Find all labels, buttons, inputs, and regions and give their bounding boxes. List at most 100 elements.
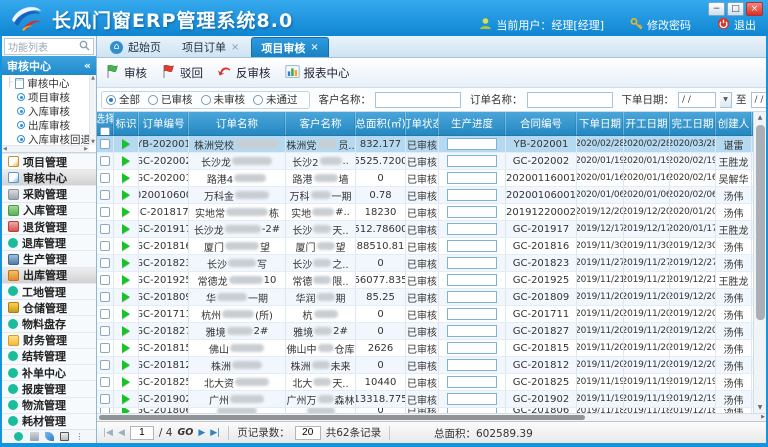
- column-header[interactable]: 客户名称: [286, 112, 356, 135]
- tree-node[interactable]: 入库审核: [2, 104, 96, 118]
- tree-node[interactable]: 出库审核: [2, 118, 96, 132]
- sidebar-item[interactable]: 审核中心: [2, 169, 96, 185]
- table-row[interactable]: GC-2018178实地常栋实地#..18230已审核2019122000220…: [97, 204, 766, 221]
- column-header[interactable]: 创建人: [716, 112, 752, 135]
- change-password-button[interactable]: 修改密码: [630, 17, 691, 33]
- customer-name-input[interactable]: [375, 92, 461, 108]
- row-checkbox[interactable]: [100, 139, 110, 149]
- scroll-right-icon[interactable]: ▶: [84, 146, 88, 152]
- sidebar-item[interactable]: 财务管理: [2, 332, 96, 348]
- row-checkbox[interactable]: [100, 173, 110, 183]
- sidebar-item[interactable]: 结转管理: [2, 348, 96, 364]
- table-row[interactable]: 20200106001万科金万科一期0.78已审核202001060012020…: [97, 187, 766, 204]
- sidebar-item[interactable]: 退库管理: [2, 234, 96, 250]
- logout-button[interactable]: 退出: [717, 17, 756, 33]
- book-icon[interactable]: [60, 432, 69, 441]
- column-header[interactable]: 选择: [97, 112, 114, 135]
- tab-item-1[interactable]: 项目订单×: [173, 37, 248, 57]
- sidebar-item[interactable]: 采购管理: [2, 185, 96, 201]
- more-icon[interactable]: ⋮: [76, 432, 84, 441]
- scrollbar-thumb[interactable]: [756, 125, 765, 320]
- column-header[interactable]: 生产进度: [439, 112, 506, 135]
- table-row[interactable]: GC-201711杭州(所)杭0已审核GC-2017112019/11/2020…: [97, 306, 766, 323]
- function-search-input[interactable]: 功能列表: [4, 38, 94, 55]
- row-checkbox[interactable]: [100, 292, 110, 302]
- horizontal-scrollbar[interactable]: ▶: [97, 413, 766, 421]
- page-size-input[interactable]: [295, 426, 321, 440]
- sidebar-item[interactable]: 出库管理: [2, 267, 96, 283]
- leaf-icon[interactable]: [45, 432, 54, 441]
- scrollbar-thumb[interactable]: [99, 415, 585, 420]
- toolbar-button[interactable]: 审核: [105, 64, 147, 82]
- minimize-button[interactable]: −: [708, 2, 725, 16]
- cart-icon[interactable]: [30, 432, 39, 441]
- toolbar-button[interactable]: 驳回: [161, 64, 203, 82]
- order-date-to-input[interactable]: / /: [751, 92, 767, 108]
- toolbar-button[interactable]: 报表中心: [285, 64, 350, 82]
- table-row[interactable]: GC-201823长沙写长沙之..0已审核GC-2018232019/11/27…: [97, 255, 766, 272]
- sidebar-item[interactable]: 入库管理: [2, 202, 96, 218]
- scroll-right-icon[interactable]: ▶: [761, 414, 765, 421]
- tab-item-2[interactable]: 项目审核×: [251, 37, 328, 57]
- filter-radio[interactable]: 未通过: [253, 92, 298, 107]
- sidebar-item[interactable]: 工地管理: [2, 283, 96, 299]
- row-checkbox[interactable]: [100, 207, 110, 217]
- tree-node[interactable]: 入库审核回退: [2, 132, 96, 146]
- table-row[interactable]: GC-201925常德龙10常德限..266077.835..已审核GC-201…: [97, 272, 766, 289]
- column-header[interactable]: 订单编号: [139, 112, 189, 135]
- table-row[interactable]: GC-201827雅境2#雅境2#0已审核GC-2018272019/11/20…: [97, 323, 766, 340]
- row-checkbox[interactable]: [100, 394, 110, 404]
- table-row[interactable]: GC-201825北大资北大天..10440已审核GC-2018252019/1…: [97, 374, 766, 391]
- table-row[interactable]: GC-201816厦门望厦门望188510.818已审核GC-201816201…: [97, 238, 766, 255]
- tree-node[interactable]: 项目审核: [2, 90, 96, 104]
- sidebar-item[interactable]: 物流管理: [2, 397, 96, 413]
- row-checkbox[interactable]: [100, 190, 110, 200]
- column-header[interactable]: 订单状态: [406, 112, 439, 135]
- prev-page-button[interactable]: ◀: [118, 428, 125, 438]
- table-row[interactable]: GC-202002长沙龙长沙2..65525.7200..已审核GC-20200…: [97, 153, 766, 170]
- go-button[interactable]: GO: [177, 427, 193, 438]
- filter-radio[interactable]: 已审核: [148, 92, 193, 107]
- sidebar-item[interactable]: 补单中心: [2, 364, 96, 380]
- row-checkbox[interactable]: [100, 343, 110, 353]
- order-name-input[interactable]: [527, 92, 613, 108]
- column-header[interactable]: 下单日期: [577, 112, 624, 135]
- tab-item-0[interactable]: ⌂起始页: [101, 37, 170, 57]
- collapse-icon[interactable]: «: [84, 59, 91, 72]
- row-checkbox[interactable]: [100, 309, 110, 319]
- row-checkbox[interactable]: [100, 275, 110, 285]
- vertical-scrollbar[interactable]: ▲ ▼: [753, 112, 766, 413]
- filter-radio[interactable]: 全部: [106, 92, 140, 107]
- maximize-button[interactable]: □: [727, 2, 744, 16]
- sidebar-item[interactable]: 报废管理: [2, 380, 96, 396]
- table-row[interactable]: GC-202001路港4路港墙0已审核202001160012020/01/16…: [97, 170, 766, 187]
- close-icon[interactable]: ×: [310, 42, 318, 53]
- scroll-up-icon[interactable]: ▲: [91, 75, 95, 81]
- row-checkbox[interactable]: [100, 377, 110, 387]
- sidebar-item[interactable]: 退货管理: [2, 218, 96, 234]
- close-button[interactable]: ×: [746, 2, 763, 16]
- first-page-button[interactable]: |◀: [103, 428, 113, 438]
- table-row[interactable]: YB-202001株洲党校株洲党员..832.177已审核YB-20200120…: [97, 136, 766, 153]
- row-checkbox[interactable]: [100, 156, 110, 166]
- row-checkbox[interactable]: [100, 258, 110, 268]
- table-row[interactable]: GC-201815佛山佛山中仓库2626已审核GC-2018152019/11/…: [97, 340, 766, 357]
- column-header[interactable]: 订单名称: [189, 112, 286, 135]
- row-checkbox[interactable]: [100, 241, 110, 251]
- sidebar-item[interactable]: 耗材管理: [2, 413, 96, 429]
- order-date-from-input[interactable]: / /: [678, 92, 716, 108]
- sidebar-item[interactable]: 物料盘存: [2, 315, 96, 331]
- close-icon[interactable]: ×: [231, 42, 239, 53]
- sidebar-item[interactable]: 生产管理: [2, 250, 96, 266]
- scroll-down-icon[interactable]: ▼: [754, 402, 766, 413]
- row-checkbox[interactable]: [100, 326, 110, 336]
- page-number-input[interactable]: [130, 426, 154, 440]
- sidebar-item[interactable]: 仓储管理: [2, 299, 96, 315]
- tree-horizontal-scrollbar[interactable]: ◀▶: [2, 145, 89, 152]
- toolbar-button[interactable]: 反审核: [217, 64, 271, 82]
- scroll-left-icon[interactable]: ◀: [3, 146, 7, 152]
- column-header[interactable]: 合同编号: [506, 112, 577, 135]
- sidebar-panel-header[interactable]: 审核中心 «: [2, 56, 96, 75]
- select-all-checkbox[interactable]: [100, 127, 110, 136]
- sidebar-item[interactable]: 项目管理: [2, 153, 96, 169]
